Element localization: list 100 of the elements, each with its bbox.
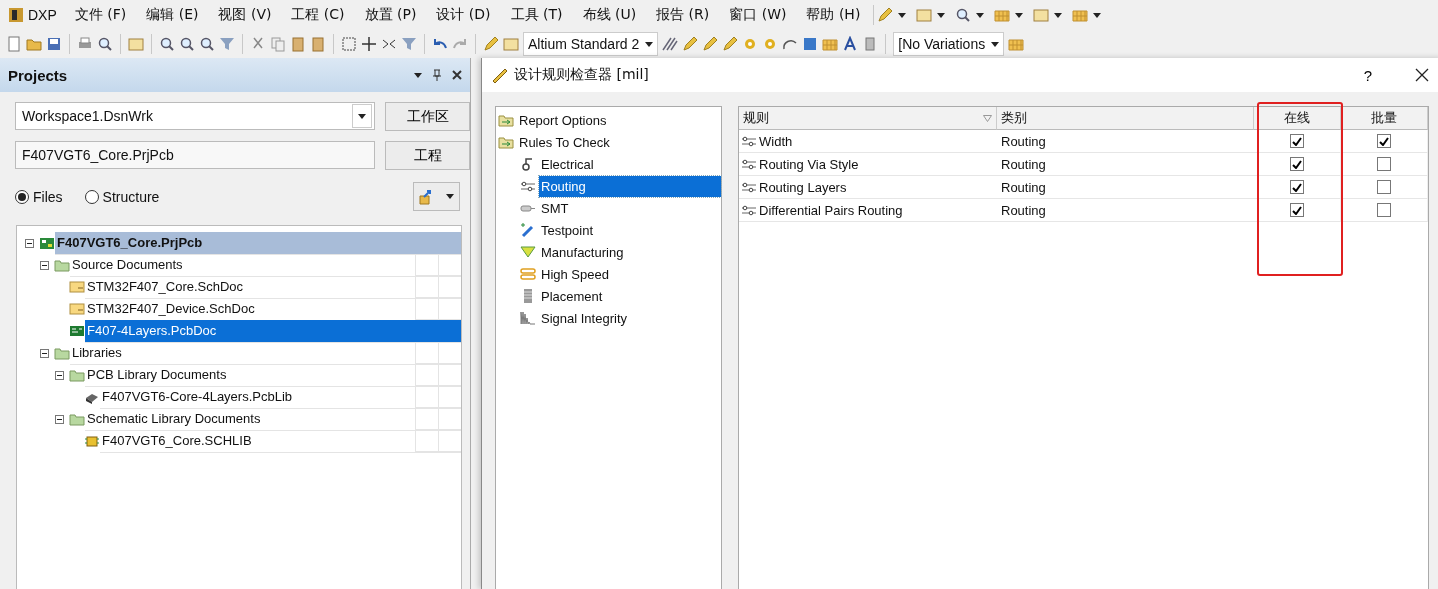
column-header[interactable]: 类别	[997, 107, 1254, 130]
collapse-icon[interactable]	[25, 238, 34, 248]
radio-option[interactable]: Files	[15, 188, 63, 205]
checkbox[interactable]	[1290, 157, 1304, 171]
nav-item[interactable]: Electrical	[539, 153, 596, 175]
clipboard-icon[interactable]	[290, 36, 306, 52]
caret-icon[interactable]	[937, 12, 946, 18]
tree-item[interactable]: F407VGT6_Core.SCHLIB	[100, 429, 461, 453]
hatch-icon[interactable]	[662, 36, 679, 52]
folder-icon	[498, 112, 514, 128]
magnifier-icon[interactable]	[97, 36, 113, 52]
caret-icon[interactable]	[445, 194, 454, 199]
tree-item[interactable]: Libraries	[70, 341, 461, 365]
pencil-icon[interactable]	[682, 36, 699, 52]
collapse-icon[interactable]	[40, 348, 49, 358]
close-icon[interactable]	[452, 70, 462, 80]
tree-item[interactable]: Source Documents	[70, 253, 461, 277]
checkbox[interactable]	[1377, 134, 1391, 148]
checkbox[interactable]	[1377, 180, 1391, 194]
collapse-icon[interactable]	[40, 260, 49, 270]
nav-item[interactable]: High Speed	[539, 263, 611, 285]
caret-icon[interactable]	[1015, 12, 1024, 18]
pencil-icon[interactable]	[483, 36, 499, 52]
nav-item[interactable]: Manufacturing	[539, 241, 626, 263]
column-header[interactable]: 在线	[1254, 107, 1341, 130]
tree-item[interactable]: F407-4Layers.PcbDoc	[85, 319, 461, 343]
folder-icon	[54, 257, 70, 273]
folder-icon	[498, 134, 514, 150]
table-cell: Routing	[1001, 156, 1046, 172]
app-menu[interactable]: DXP	[24, 7, 65, 23]
app-logo-icon	[8, 7, 24, 23]
menu-item[interactable]: 窗口 (W)	[719, 6, 797, 24]
menu-item[interactable]: 帮助 (H)	[796, 6, 871, 24]
caret-icon[interactable]	[414, 72, 422, 78]
checkbox[interactable]	[1377, 203, 1391, 217]
folder-icon[interactable]	[26, 36, 42, 52]
pin-icon[interactable]	[432, 69, 442, 81]
folder-icon	[69, 411, 85, 427]
nav-item[interactable]: Report Options	[517, 109, 609, 131]
menu-item[interactable]: 工程 (C)	[281, 6, 355, 24]
magnifier-icon[interactable]	[199, 36, 215, 52]
table-cell: Width	[759, 133, 793, 149]
table-cell: Differential Pairs Routing	[759, 202, 903, 218]
caret-icon[interactable]	[976, 12, 985, 18]
export-button[interactable]	[413, 182, 460, 211]
menu-item[interactable]: 编辑 (E)	[136, 6, 209, 24]
project-field[interactable]: F407VGT6_Core.PrjPcb	[15, 141, 376, 169]
caret-icon[interactable]	[1093, 12, 1102, 18]
pencil-icon[interactable]	[702, 36, 719, 52]
menu-item[interactable]: 文件 (F)	[64, 6, 137, 24]
tree-item[interactable]: F407VGT6_Core.PrjPcb	[55, 231, 461, 255]
nav-item[interactable]: Placement	[539, 285, 605, 307]
tree-item[interactable]: F407VGT6-Core-4Layers.PcbLib	[100, 385, 461, 409]
collapse-icon[interactable]	[55, 414, 64, 424]
column-header[interactable]: 规则	[739, 107, 997, 130]
radio-option[interactable]: Structure	[84, 188, 160, 205]
caret-icon[interactable]	[898, 12, 907, 18]
workspace-dropdown[interactable]: Workspace1.DsnWrk	[15, 102, 376, 130]
caret-icon[interactable]	[645, 41, 654, 47]
checkbox[interactable]	[1290, 203, 1304, 217]
dialog-title: 设计规则检查器 [mil]	[514, 66, 650, 84]
tree-item[interactable]: PCB Library Documents	[85, 363, 461, 387]
sort-icon	[983, 114, 992, 122]
nav-item[interactable]: Routing	[539, 175, 721, 197]
menu-item[interactable]: 报告 (R)	[646, 6, 720, 24]
dropdown[interactable]: Altium Standard 2	[523, 32, 659, 56]
checkbox[interactable]	[1290, 180, 1304, 194]
checkbox[interactable]	[1290, 134, 1304, 148]
dropdown[interactable]: [No Variations	[893, 32, 1005, 56]
checkbox[interactable]	[1377, 157, 1391, 171]
menu-item[interactable]: 设计 (D)	[426, 6, 501, 24]
move-icon[interactable]	[361, 36, 377, 52]
column-header[interactable]: 批量	[1341, 107, 1428, 130]
workspace-button[interactable]: 工作区	[385, 102, 470, 131]
menu-item[interactable]: 工具 (T)	[500, 6, 573, 24]
menu-item[interactable]: 放置 (P)	[354, 6, 427, 24]
nav-item[interactable]: Rules To Check	[517, 131, 612, 153]
magnifier-icon[interactable]	[179, 36, 195, 52]
clipboard-icon[interactable]	[310, 36, 326, 52]
tree-item[interactable]: Schematic Library Documents	[85, 407, 461, 431]
menu-item[interactable]: 布线 (U)	[572, 6, 647, 24]
square-icon[interactable]	[802, 36, 819, 52]
nav-item[interactable]: SMT	[539, 197, 571, 219]
folder-icon	[54, 345, 70, 361]
document-icon	[69, 279, 85, 295]
table-cell: Routing	[1001, 179, 1046, 195]
nav-item[interactable]: Testpoint	[539, 219, 596, 241]
magnifier-icon[interactable]	[159, 36, 175, 52]
caret-icon[interactable]	[991, 41, 1000, 47]
menu-item[interactable]: 视图 (V)	[208, 6, 282, 24]
help-button[interactable]: ?	[1353, 66, 1383, 84]
project-button[interactable]: 工程	[385, 141, 470, 170]
magnifier-icon[interactable]	[955, 7, 972, 23]
nav-item[interactable]: Signal Integrity	[539, 307, 629, 329]
caret-icon[interactable]	[1054, 12, 1063, 18]
pencil-icon[interactable]	[722, 36, 739, 52]
caret-icon[interactable]	[358, 113, 367, 119]
collapse-icon[interactable]	[55, 370, 64, 380]
letter-icon[interactable]	[842, 36, 859, 52]
tree-item[interactable]: STM32F407_Core.SchDoc	[85, 275, 461, 299]
